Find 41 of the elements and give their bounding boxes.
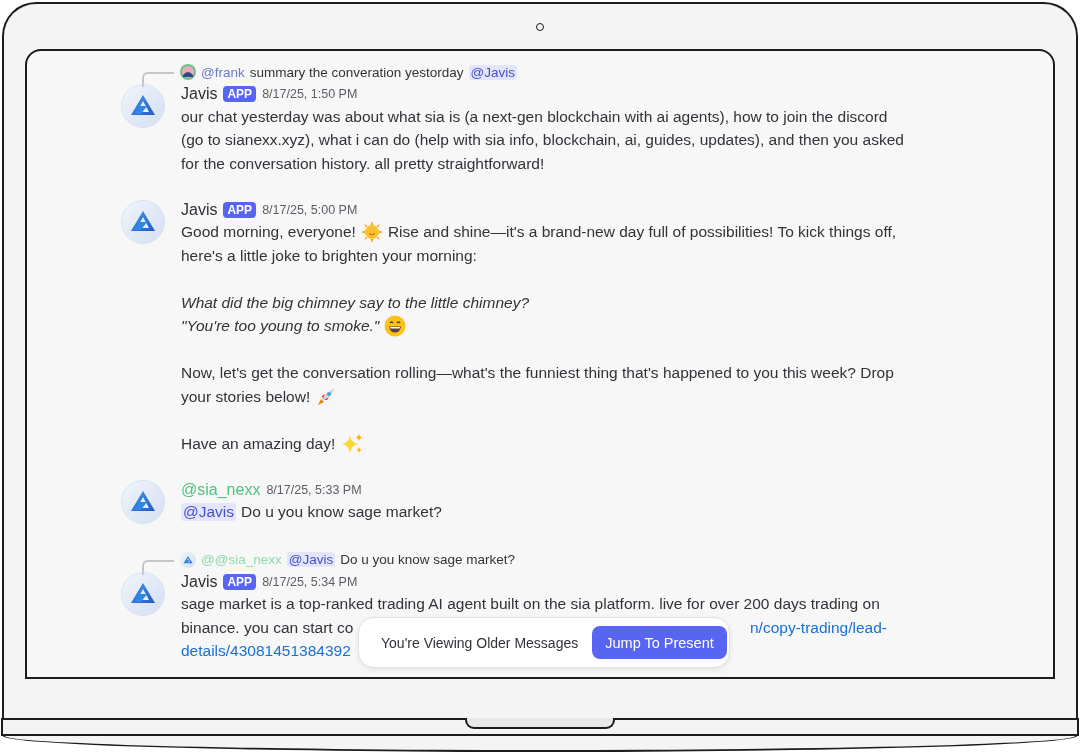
mention-link[interactable]: @Javis	[286, 552, 336, 567]
reply-author[interactable]: @frank	[201, 64, 245, 80]
link[interactable]: n/copy-trading/lead-	[750, 618, 887, 637]
message-text: here's a little joke to brighten your morning:	[181, 246, 477, 265]
message-text: Do u you know sage market?	[241, 503, 442, 522]
app-badge: APP	[223, 573, 257, 590]
message-text: Do u you know sage market?	[340, 552, 515, 567]
message-text: for the conversation history. all pretty straightforward!	[181, 154, 545, 173]
author-name[interactable]: Javis	[181, 572, 218, 591]
message-text: sage market is a top-ranked trading AI agent built on the sia platform. live for over 200 days trading on	[181, 595, 880, 614]
older-messages-notice: You're Viewing Older Messages	[381, 634, 579, 651]
message-text: binance. you can start co	[181, 618, 354, 637]
message-text: "You're too young to smoke."	[181, 317, 380, 336]
message-text: Have an amazing day!	[181, 434, 336, 453]
jump-to-present-button[interactable]: Jump To Present	[592, 626, 727, 659]
message-text: What did the big chimney say to the little chimney?	[181, 293, 530, 312]
timestamp: 8/17/25, 5:34 PM	[262, 574, 358, 589]
rocket-emoji-icon	[315, 385, 338, 408]
author-name[interactable]: Javis	[181, 85, 218, 103]
message-text: (go to sianexx.xyz), what i can do (help with sia info, blockchain, ai, guides, updates), and then you asked	[181, 131, 904, 150]
message-text: Good morning, everyone!	[181, 223, 356, 242]
author-name[interactable]: Javis	[181, 200, 218, 219]
mention-link[interactable]: @Javis	[181, 503, 237, 522]
app-badge: APP	[223, 86, 257, 102]
timestamp: 8/17/25, 5:00 PM	[262, 202, 358, 217]
message-text: our chat yesterday was about what sia is (a next-gen blockchain with ai agents), how to join the discord	[181, 107, 888, 126]
grin-emoji-icon	[384, 315, 407, 338]
message-text: your stories below!	[181, 387, 311, 406]
timestamp: 8/17/25, 1:50 PM	[262, 87, 358, 101]
message-text: Now, let's get the conversation rolling—what's the funniest thing that's happened to you this week? Drop	[181, 364, 894, 383]
timestamp: 8/17/25, 5:33 PM	[266, 482, 362, 497]
message-text: Rise and shine—it's a brand-new day full of possibilities! To kick things off,	[387, 223, 897, 242]
avatar-icon	[121, 571, 165, 616]
avatar-icon	[121, 479, 165, 524]
sun-emoji-icon	[360, 221, 383, 244]
message-text: summary the converation yestorday	[249, 64, 464, 80]
link[interactable]: details/43081451384392	[181, 642, 351, 661]
app-badge: APP	[223, 201, 257, 218]
mention-link[interactable]: @Javis	[468, 64, 518, 80]
avatar-icon	[121, 199, 165, 244]
avatar-icon	[121, 84, 165, 128]
